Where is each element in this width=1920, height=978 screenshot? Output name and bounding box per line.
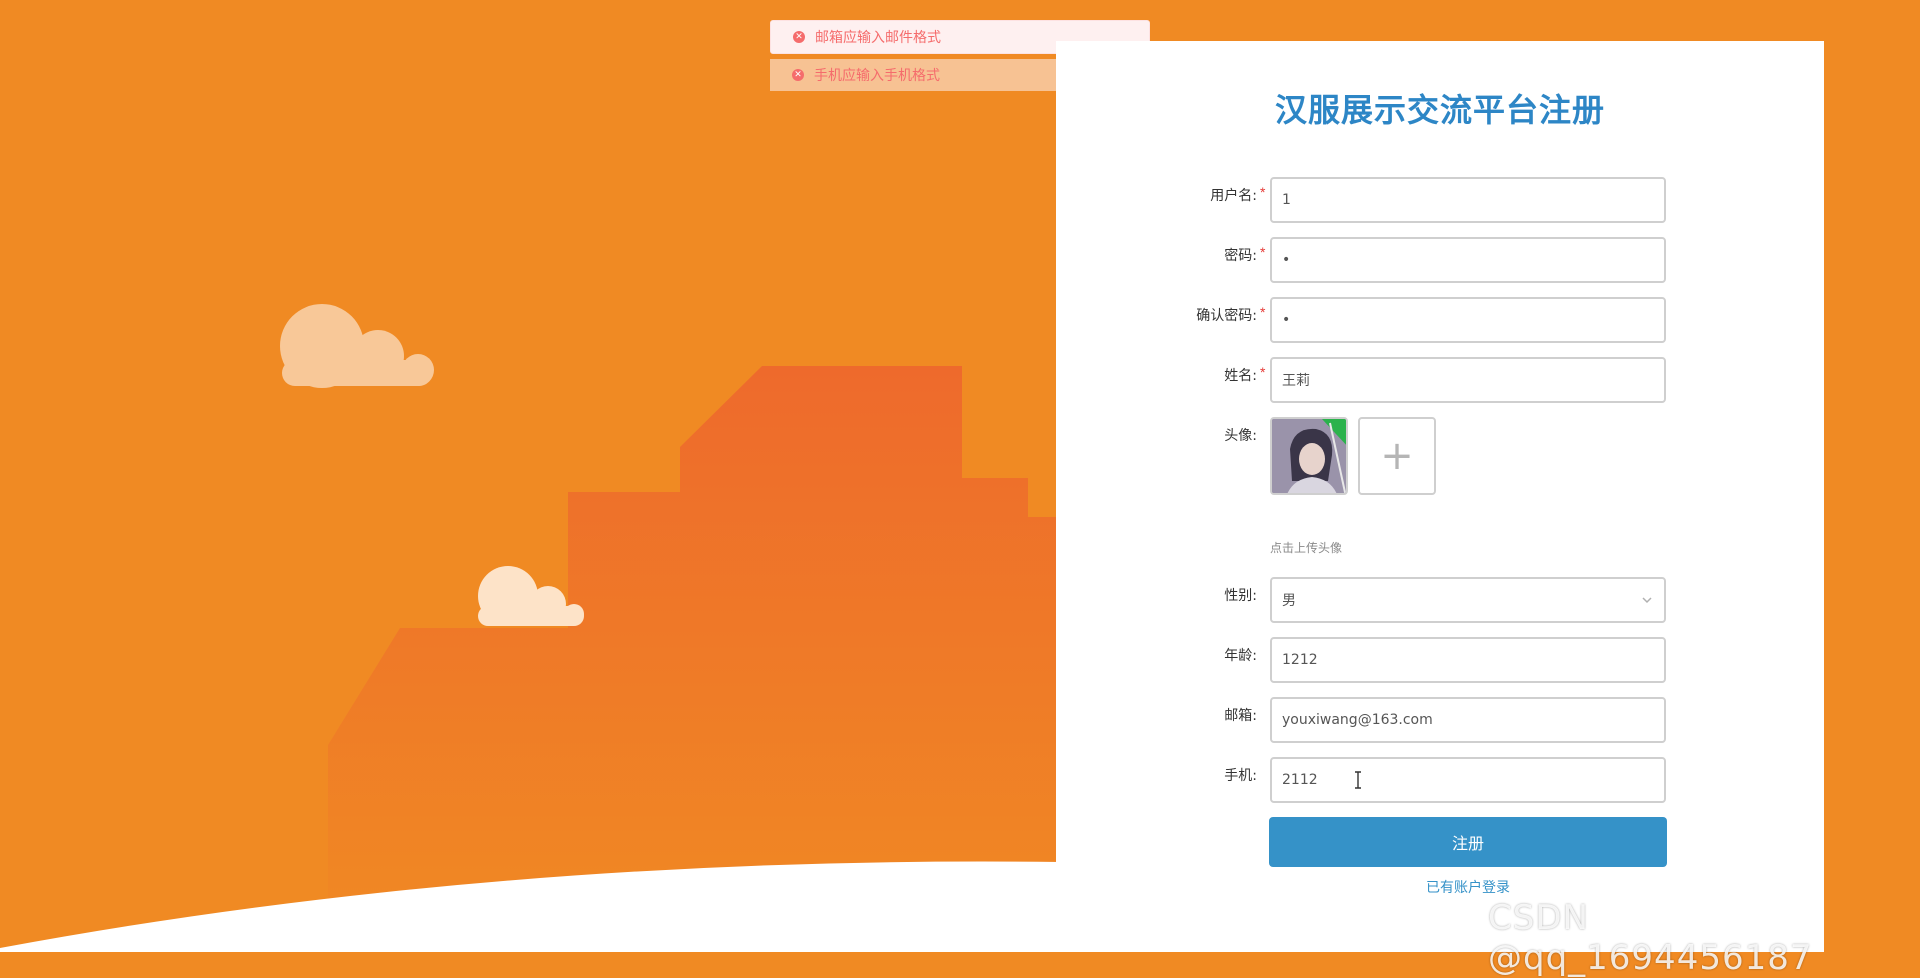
register-form-panel: 汉服展示交流平台注册 用户名: * 1 密码: * • 确认密码: * • 姓名… [1056, 41, 1824, 952]
name-input[interactable]: 王莉 [1270, 357, 1666, 403]
phone-row: 手机: 2112 [1056, 757, 1824, 807]
age-label: 年龄: [1224, 648, 1257, 664]
plus-icon: + [1380, 433, 1414, 479]
password-label: 密码: [1224, 248, 1257, 264]
confirm-password-input[interactable]: • [1270, 297, 1666, 343]
required-mark: * [1260, 364, 1266, 380]
confirm-password-row: 确认密码: * • [1056, 297, 1824, 347]
avatar-preview[interactable] [1270, 417, 1348, 495]
name-row: 姓名: * 王莉 [1056, 357, 1824, 407]
password-row: 密码: * • [1056, 237, 1824, 287]
gender-row: 性别: 男 [1056, 577, 1824, 627]
chevron-down-icon [1642, 597, 1652, 604]
login-link[interactable]: 已有账户登录 [1269, 877, 1667, 897]
required-mark: * [1260, 244, 1266, 260]
age-input[interactable]: 1212 [1270, 637, 1666, 683]
error-circle-icon: ✕ [792, 69, 804, 81]
text-cursor-icon [1355, 771, 1361, 789]
age-row: 年龄: 1212 [1056, 637, 1824, 687]
upload-avatar-button[interactable]: + [1358, 417, 1436, 495]
error-circle-icon: ✕ [793, 31, 805, 43]
register-button[interactable]: 注册 [1269, 817, 1667, 867]
phone-label: 手机: [1224, 768, 1257, 784]
avatar-label: 头像: [1224, 428, 1257, 444]
phone-input[interactable]: 2112 [1270, 757, 1666, 803]
confirm-password-label: 确认密码: [1196, 308, 1257, 324]
watermark: CSDN @qq_1694456187 [1488, 898, 1813, 978]
name-label: 姓名: [1224, 368, 1257, 384]
username-label: 用户名: [1210, 188, 1257, 204]
error-message-text: 邮箱应输入邮件格式 [815, 30, 941, 46]
gender-label: 性别: [1224, 588, 1257, 604]
email-label: 邮箱: [1224, 708, 1257, 724]
avatar [1272, 419, 1346, 493]
required-mark: * [1260, 184, 1266, 200]
avatar-upload-hint: 点击上传头像 [1270, 541, 1343, 555]
gender-selected-value: 男 [1282, 593, 1296, 609]
username-row: 用户名: * 1 [1056, 177, 1824, 227]
avatar-row: 头像: + [1056, 417, 1824, 507]
username-input[interactable]: 1 [1270, 177, 1666, 223]
required-mark: * [1260, 304, 1266, 320]
error-message-text: 手机应输入手机格式 [814, 68, 940, 84]
password-input[interactable]: • [1270, 237, 1666, 283]
email-row: 邮箱: youxiwang@163.com [1056, 697, 1824, 747]
email-input[interactable]: youxiwang@163.com [1270, 697, 1666, 743]
page-title: 汉服展示交流平台注册 [1274, 91, 1605, 129]
gender-select[interactable]: 男 [1270, 577, 1666, 623]
